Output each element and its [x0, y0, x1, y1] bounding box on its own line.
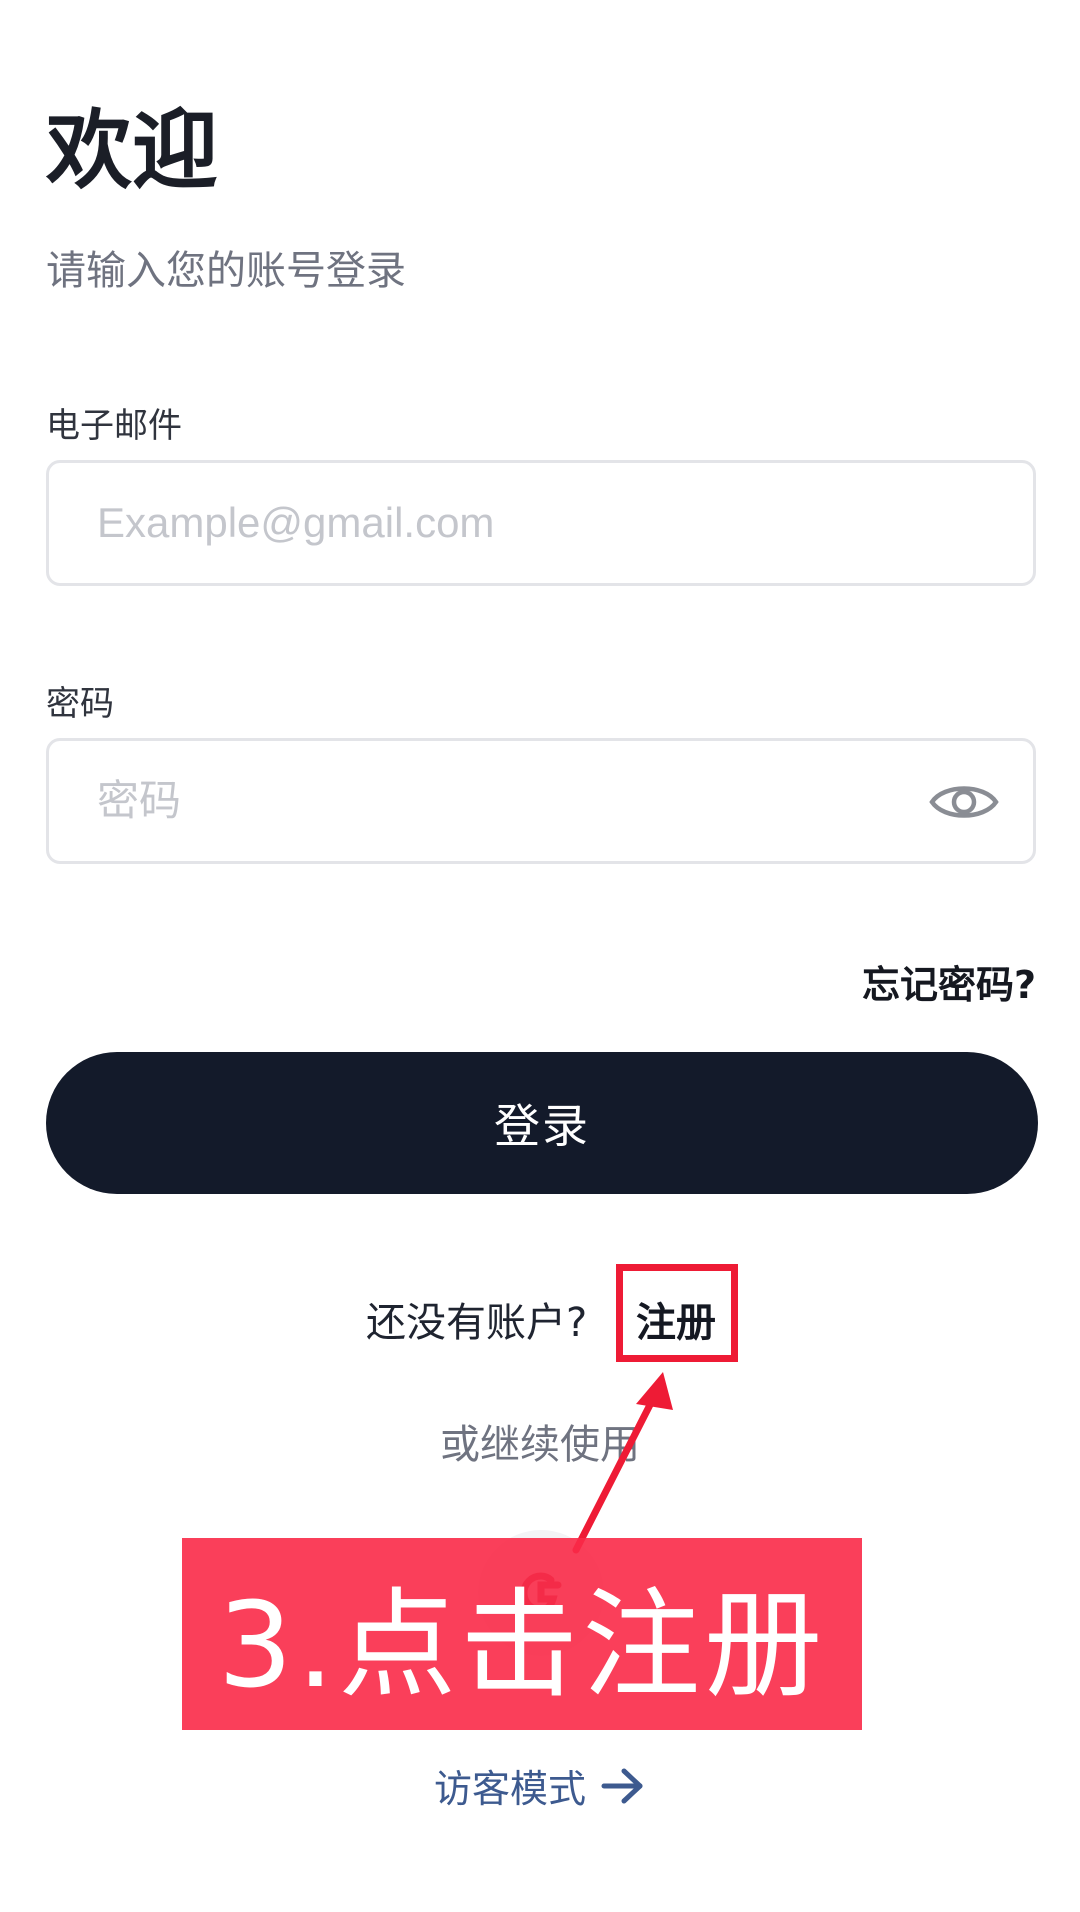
arrow-right-icon: [601, 1768, 643, 1803]
step-instruction-text: 3.点击注册: [217, 1575, 827, 1714]
guest-mode-link[interactable]: 访客模式: [0, 1758, 1080, 1813]
guest-mode-label: 访客模式: [433, 1767, 586, 1811]
step-instruction-banner: 3.点击注册: [182, 1538, 862, 1730]
